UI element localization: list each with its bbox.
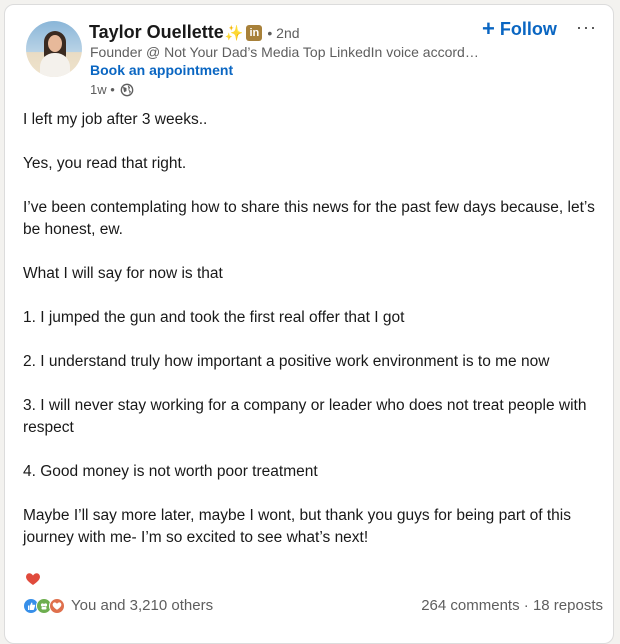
plus-icon: + (482, 16, 495, 41)
post-card: Taylor Ouellette ✨ in • 2nd Founder @ No… (4, 4, 614, 644)
post-meta: 1w • (90, 82, 134, 97)
comment-repost-counts: 264 comments · 18 reposts (421, 597, 603, 614)
social-counts: You and 3,210 others 264 comments · 18 r… (23, 597, 603, 614)
heart-icon (26, 573, 40, 585)
post-paragraph: 3. I will never stay working for a compa… (23, 397, 587, 436)
author-name[interactable]: Taylor Ouellette (89, 22, 224, 43)
more-options-button[interactable]: ··· (576, 17, 597, 38)
post-paragraph: I left my job after 3 weeks.. (23, 111, 208, 128)
reactions-summary[interactable]: You and 3,210 others (23, 597, 213, 614)
post-paragraph: Yes, you read that right. (23, 155, 187, 172)
counts-separator: · (519, 597, 533, 614)
post-paragraph: 2. I understand truly how important a po… (23, 353, 550, 370)
avatar-face (48, 35, 62, 52)
post-time: 1w • (90, 82, 115, 97)
follow-label: Follow (499, 18, 557, 39)
author-name-row: Taylor Ouellette ✨ in • 2nd (89, 22, 300, 43)
post-text: I left my job after 3 weeks.. Yes, you r… (23, 109, 603, 571)
post-paragraph: 4. Good money is not worth poor treatmen… (23, 463, 318, 480)
post-paragraph: 1. I jumped the gun and took the first r… (23, 309, 405, 326)
love-reaction-icon (49, 597, 65, 614)
reaction-icons (23, 597, 65, 614)
book-appointment-link[interactable]: Book an appointment (90, 62, 233, 78)
linkedin-badge-icon: in (246, 24, 263, 41)
comments-count[interactable]: 264 comments (421, 597, 519, 614)
reactions-count: You and 3,210 others (71, 597, 214, 614)
author-avatar[interactable] (26, 21, 82, 77)
globe-icon (120, 83, 134, 96)
avatar-body (40, 53, 70, 77)
author-headline: Founder @ Not Your Dad’s Media Top Linke… (90, 44, 480, 60)
sparkle-icon: ✨ (224, 24, 244, 42)
post-paragraph: I’ve been contemplating how to share thi… (23, 199, 595, 238)
connection-degree: • 2nd (267, 24, 300, 41)
post-paragraph: Maybe I’ll say more later, maybe I wont,… (23, 507, 571, 546)
follow-button[interactable]: + Follow (482, 18, 557, 40)
reposts-count[interactable]: 18 reposts (533, 597, 603, 614)
post-paragraph: What I will say for now is that (23, 265, 223, 282)
